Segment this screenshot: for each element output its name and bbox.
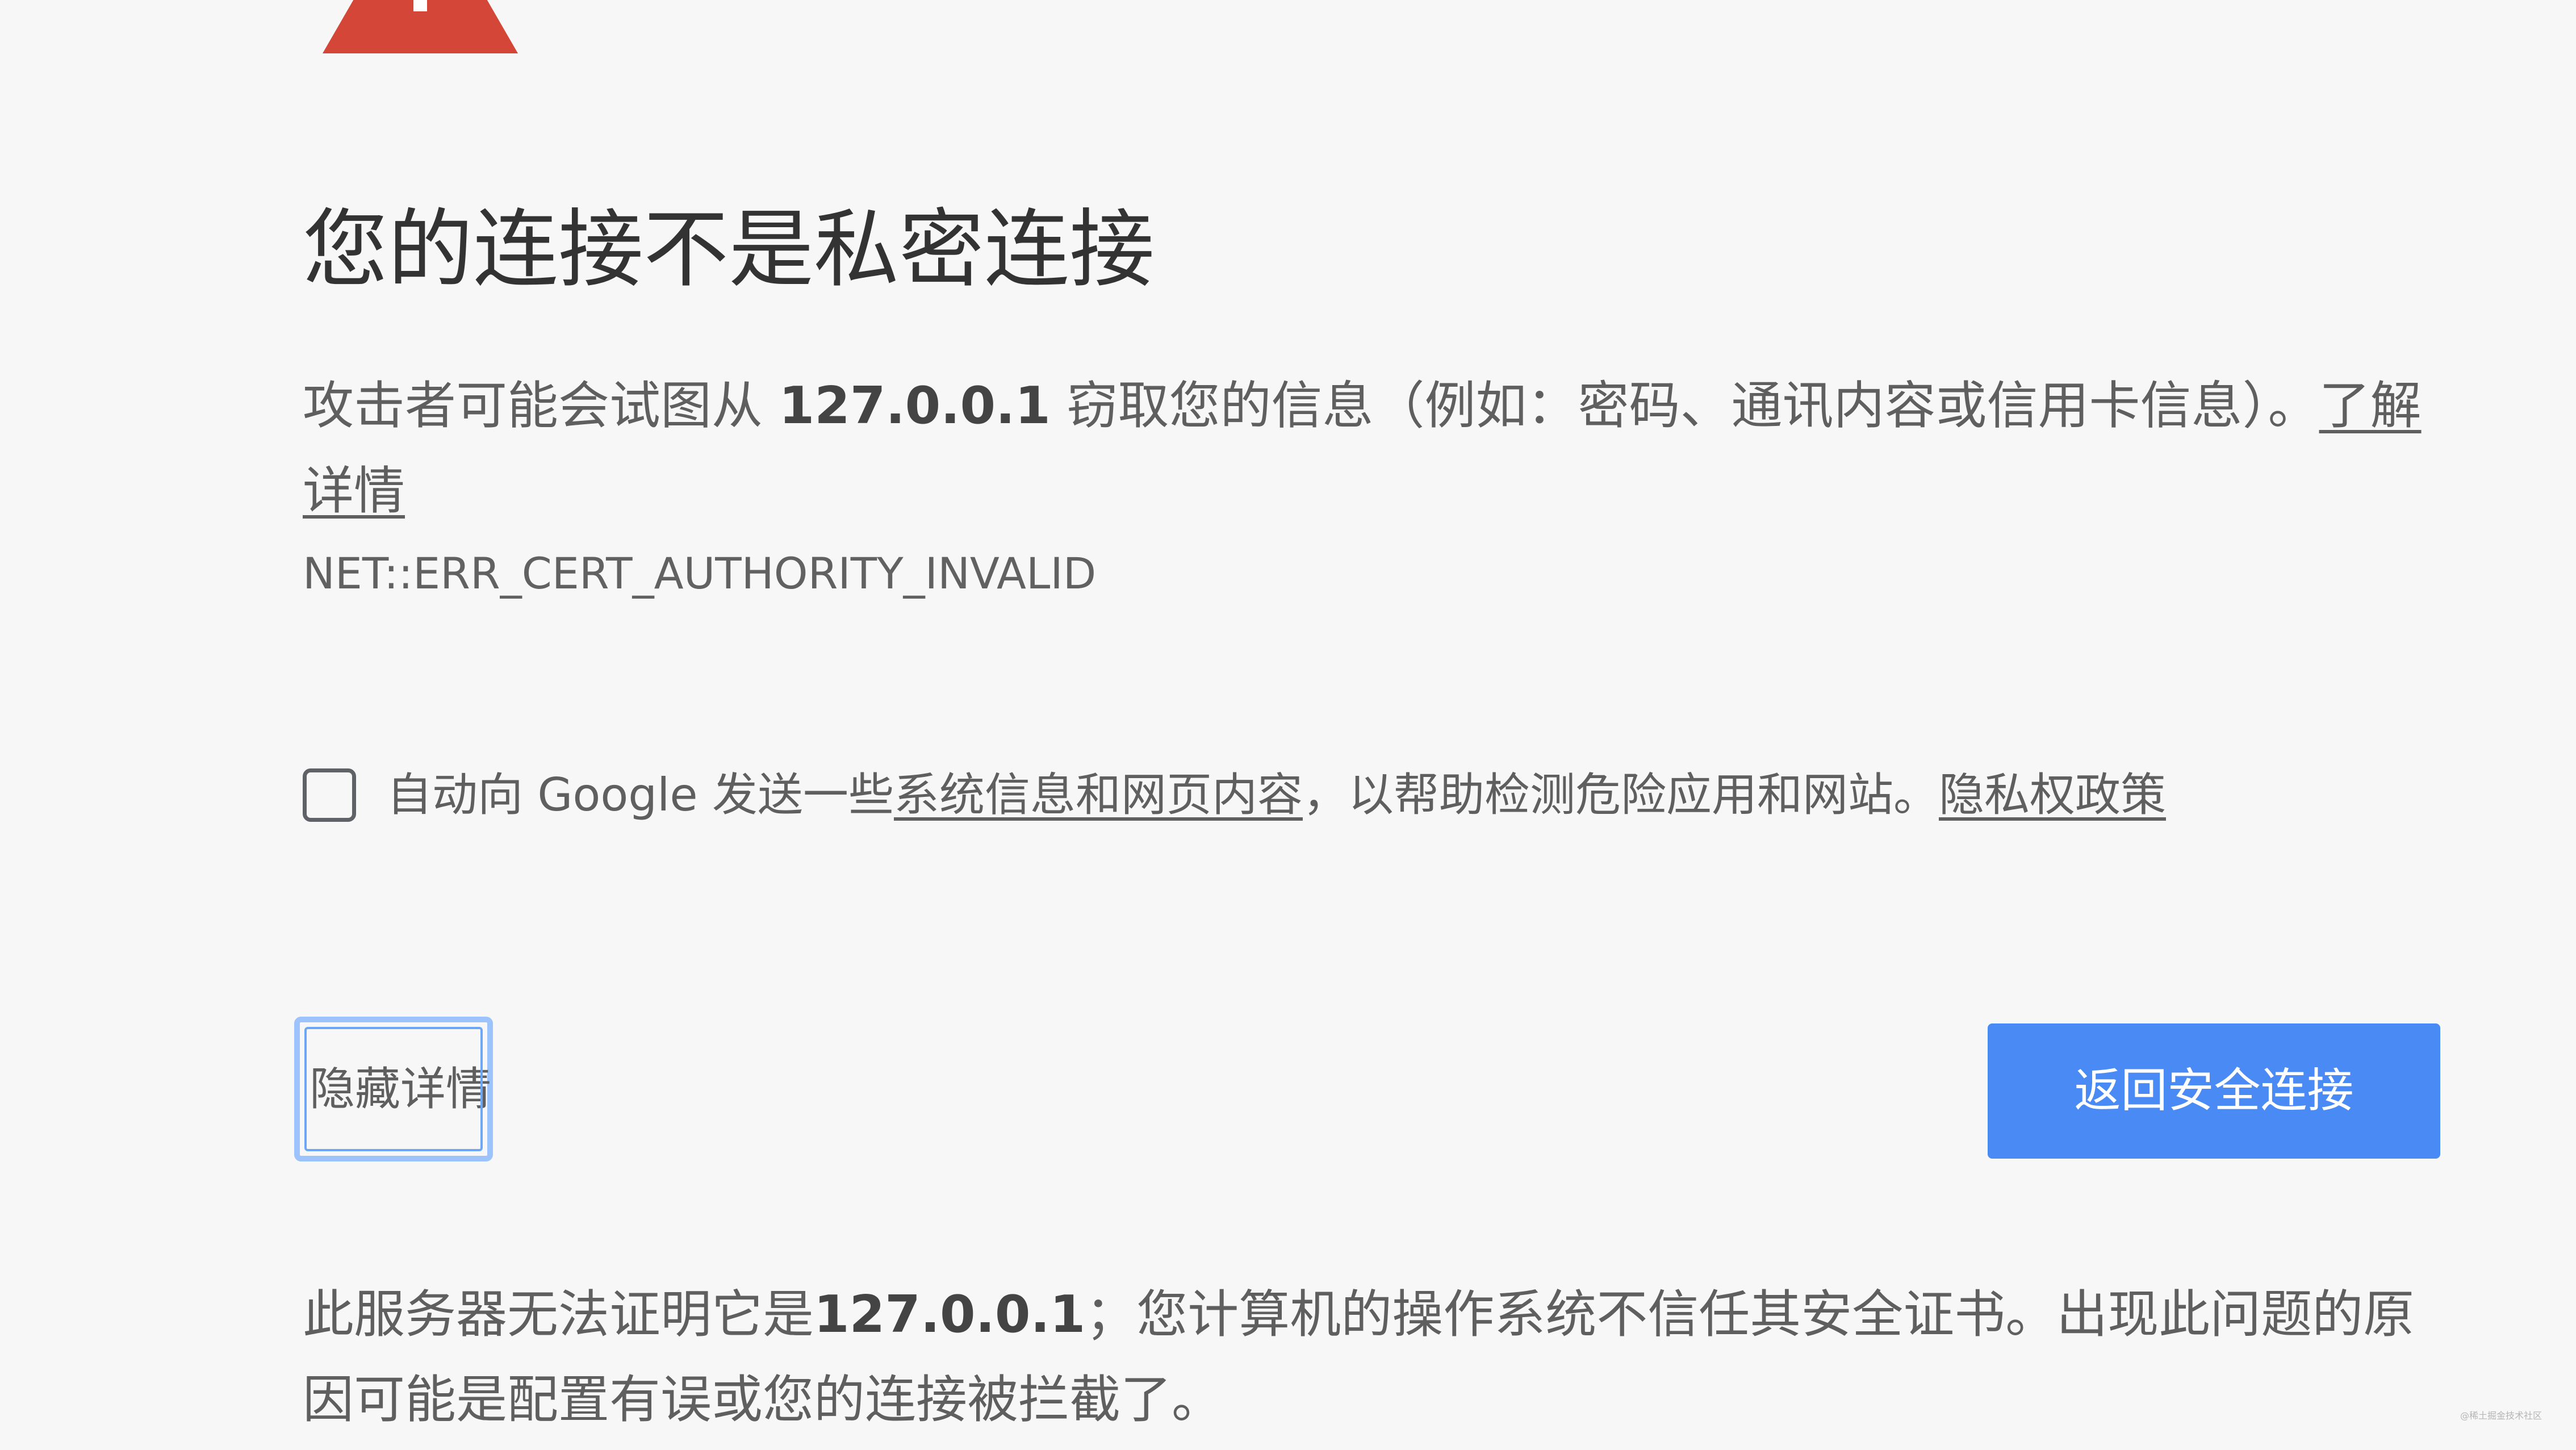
host-name: 127.0.0.1 [779, 376, 1051, 436]
extended-reporting-checkbox[interactable] [303, 768, 356, 822]
main-message-suffix: 窃取您的信息（例如：密码、通讯内容或信用卡信息）。 [1050, 376, 2319, 436]
main-message: 攻击者可能会试图从 127.0.0.1 窃取您的信息（例如：密码、通讯内容或信用… [303, 363, 2427, 534]
privacy-policy-link[interactable]: 隐私权政策 [1939, 768, 2166, 821]
interstitial-page: 您的连接不是私密连接 攻击者可能会试图从 127.0.0.1 窃取您的信息（例如… [0, 0, 2576, 1450]
error-code: NET::ERR_CERT_AUTHORITY_INVALID [303, 548, 1097, 599]
details-prefix: 此服务器无法证明它是 [303, 1285, 814, 1344]
details-host-name: 127.0.0.1 [814, 1285, 1086, 1344]
page-title: 您的连接不是私密连接 [303, 200, 1155, 299]
watermark: @稀土掘金技术社区 [2460, 1410, 2542, 1421]
warning-triangle-icon [323, 0, 518, 53]
hide-details-button[interactable]: 隐藏详情 [294, 1017, 493, 1161]
hide-details-label: 隐藏详情 [310, 1063, 491, 1115]
optin-middle: ，以帮助检测危险应用和网站。 [1302, 768, 1939, 821]
optin-prefix: 自动向 Google 发送一些 [387, 768, 894, 821]
details-message: 此服务器无法证明它是127.0.0.1；您计算机的操作系统不信任其安全证书。出现… [303, 1272, 2427, 1443]
system-info-link[interactable]: 系统信息和网页内容 [894, 768, 1303, 821]
back-to-safety-button[interactable]: 返回安全连接 [1988, 1023, 2440, 1159]
main-message-prefix: 攻击者可能会试图从 [303, 376, 779, 436]
optin-label: 自动向 Google 发送一些系统信息和网页内容，以帮助检测危险应用和网站。隐私… [387, 764, 2166, 826]
extended-reporting-optin: 自动向 Google 发送一些系统信息和网页内容，以帮助检测危险应用和网站。隐私… [303, 764, 2166, 826]
